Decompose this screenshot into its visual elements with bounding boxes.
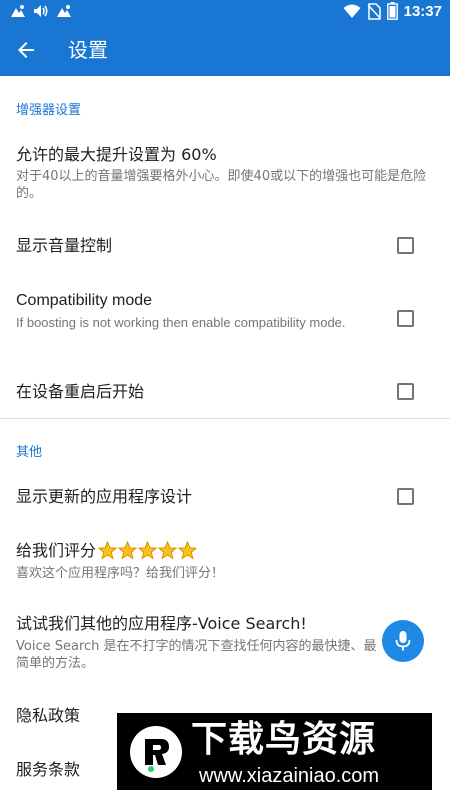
- show-updated-design-checkbox[interactable]: [397, 488, 414, 505]
- bird-logo-icon: [130, 726, 182, 778]
- arrow-back-icon[interactable]: [14, 38, 38, 62]
- pref-rate-us-title: 给我们评分: [16, 540, 198, 562]
- pref-compatibility-mode-summary: If boosting is not working then enable c…: [16, 315, 346, 330]
- no-sim-icon: [367, 2, 381, 20]
- star-icon: [157, 540, 178, 560]
- section-header-booster: 增强器设置: [16, 103, 82, 118]
- pref-max-boost-summary: 对于40以上的音量增强要格外小心。即使40或以下的增强也可能是危险的。: [16, 169, 427, 201]
- status-left-icons: [10, 3, 72, 19]
- pref-start-on-boot-title: 在设备重启后开始: [16, 382, 145, 401]
- pref-show-volume-control-title: 显示音量控制: [16, 236, 113, 255]
- start-on-boot-checkbox[interactable]: [397, 383, 414, 400]
- pref-voice-search-title: 试试我们其他的应用程序-Voice Search!: [16, 614, 307, 633]
- section-divider: [0, 418, 450, 419]
- pref-privacy-policy-title: 隐私政策: [16, 706, 81, 725]
- voice-search-button[interactable]: [382, 620, 424, 662]
- watermark-banner: 下载鸟资源 www.xiazainiao.com: [117, 713, 432, 790]
- status-bar: 13:37: [0, 0, 450, 24]
- status-right-icons: 13:37: [343, 2, 442, 20]
- page-title: 设置: [68, 38, 108, 62]
- section-header-other: 其他: [16, 445, 43, 460]
- rating-stars: [97, 540, 198, 562]
- star-icon: [117, 540, 138, 560]
- rate-us-label: 给我们评分: [16, 541, 97, 560]
- compatibility-mode-checkbox[interactable]: [397, 310, 414, 327]
- show-volume-control-checkbox[interactable]: [397, 237, 414, 254]
- pref-show-updated-design-title: 显示更新的应用程序设计: [16, 487, 193, 506]
- wifi-icon: [343, 4, 361, 18]
- star-icon: [137, 540, 158, 560]
- watermark-url: www.xiazainiao.com: [199, 765, 380, 787]
- mountain-icon: [11, 5, 25, 17]
- pref-rate-us-summary: 喜欢这个应用程序吗？给我们评分！: [16, 566, 225, 581]
- battery-icon: [386, 2, 398, 20]
- pref-compatibility-mode-title: Compatibility mode: [16, 292, 153, 309]
- pref-max-boost-title: 允许的最大提升设置为 60%: [16, 145, 217, 164]
- pref-voice-search-summary: Voice Search 是在不打字的情况下查找任何内容的最快捷、最简单的方法。: [16, 639, 377, 671]
- watermark-title: 下载鸟资源: [191, 719, 377, 760]
- star-icon: [97, 540, 118, 560]
- volume-icon: [34, 5, 48, 17]
- app-bar: 设置: [0, 24, 450, 76]
- star-icon: [177, 540, 198, 560]
- mountain-icon: [57, 5, 71, 17]
- status-time: 13:37: [403, 2, 442, 20]
- pref-terms-title: 服务条款: [16, 760, 81, 779]
- microphone-icon: [395, 631, 411, 651]
